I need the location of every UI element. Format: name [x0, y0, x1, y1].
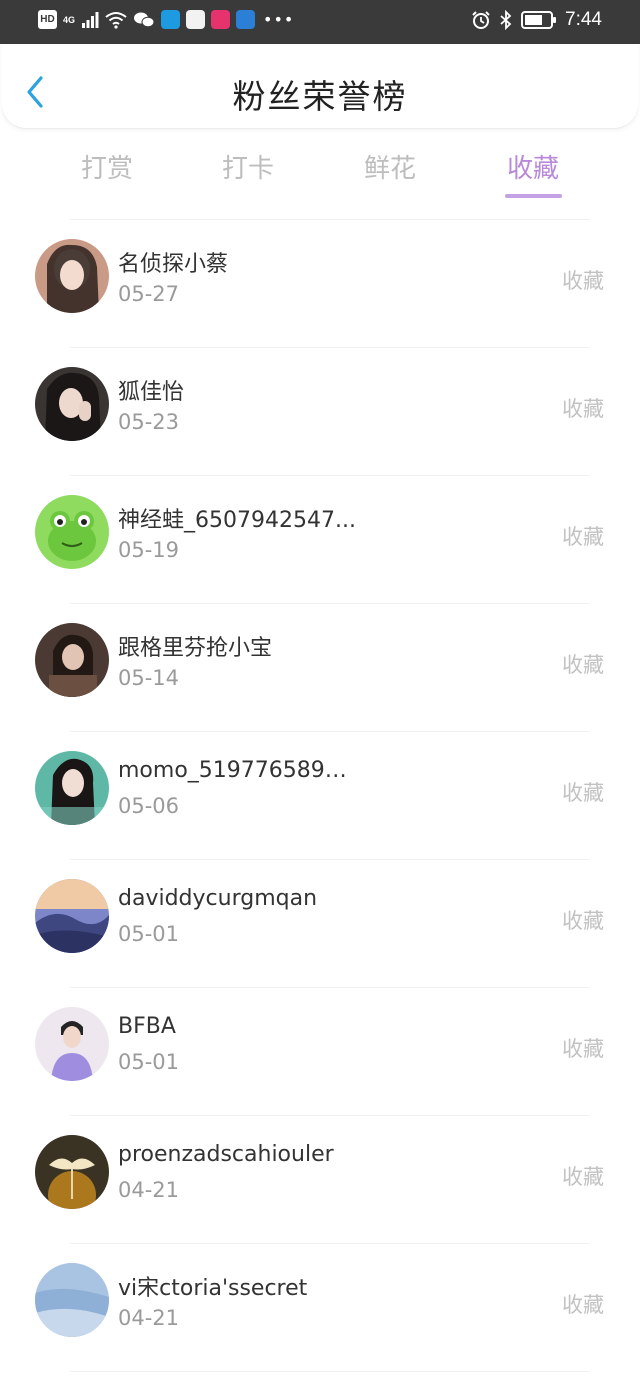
fan-date: 05-01	[118, 922, 180, 946]
status-bar-right: 7:44	[471, 9, 602, 31]
fan-date: 04-21	[118, 1178, 180, 1202]
favorite-label: 收藏	[562, 1165, 604, 1189]
fan-date: 05-23	[118, 410, 180, 434]
hd-badge: HD	[38, 10, 57, 29]
tab-bar: 打赏 打卡 鲜花 收藏	[35, 130, 605, 220]
favorite-label: 收藏	[562, 269, 604, 293]
status-bar: HD 4G ••• 7:44	[0, 0, 640, 44]
fan-name: BFBA	[118, 1014, 176, 1039]
avatar[interactable]	[35, 495, 109, 569]
fan-date: 05-06	[118, 794, 180, 818]
list-item[interactable]: 跟格里芬抢小宝 05-14 收藏	[0, 604, 640, 732]
fan-name: 跟格里芬抢小宝	[118, 636, 273, 661]
avatar[interactable]	[35, 239, 109, 313]
fan-date: 05-19	[118, 538, 180, 562]
fan-name: daviddycurgmqan	[118, 886, 318, 911]
list-item[interactable]: 名侦探小蔡 05-27 收藏	[0, 220, 640, 348]
list-item[interactable]: daviddycurgmqan 05-01 收藏	[0, 860, 640, 988]
favorite-label: 收藏	[562, 1293, 604, 1317]
list-item[interactable]: BFBA 05-01 收藏	[0, 988, 640, 1116]
favorite-label: 收藏	[562, 397, 604, 421]
store-app-icon	[186, 10, 206, 29]
fan-name: proenzadscahiouler	[118, 1142, 334, 1167]
clock-time: 7:44	[565, 9, 602, 30]
bluetooth-icon	[500, 10, 512, 30]
tab-checkin[interactable]: 打卡	[208, 148, 288, 185]
favorite-label: 收藏	[562, 781, 604, 805]
cloud-app-icon	[236, 10, 256, 29]
favorite-label: 收藏	[562, 1037, 604, 1061]
network-type: 4G	[63, 14, 76, 25]
tab-flowers[interactable]: 鲜花	[350, 148, 430, 185]
avatar[interactable]	[35, 623, 109, 697]
fan-list: 名侦探小蔡 05-27 收藏 狐佳怡 05-23 收藏 神经蛙_65079425…	[0, 220, 640, 1372]
tab-reward[interactable]: 打赏	[67, 148, 147, 185]
search-app-icon	[161, 10, 181, 29]
avatar[interactable]	[35, 1135, 109, 1209]
fan-name: vi宋ctoria'ssecret	[118, 1276, 308, 1301]
fan-date: 05-14	[118, 666, 180, 690]
page-title: 粉丝荣誉榜	[232, 77, 408, 116]
fan-name: 神经蛙_6507942547...	[118, 508, 356, 533]
tab-favorites[interactable]: 收藏	[493, 148, 573, 185]
list-item[interactable]: 神经蛙_6507942547... 05-19 收藏	[0, 476, 640, 604]
list-item[interactable]: 狐佳怡 05-23 收藏	[0, 348, 640, 476]
favorite-label: 收藏	[562, 909, 604, 933]
active-tab-indicator	[505, 194, 562, 198]
alarm-icon	[472, 11, 490, 29]
avatar[interactable]	[35, 879, 109, 953]
favorite-label: 收藏	[562, 525, 604, 549]
avatar[interactable]	[35, 751, 109, 825]
wifi-icon	[105, 11, 127, 29]
avatar[interactable]	[35, 367, 109, 441]
shopping-app-icon	[211, 10, 231, 29]
fan-name: 名侦探小蔡	[118, 252, 229, 277]
fan-date: 05-27	[118, 282, 180, 306]
battery-icon	[521, 11, 557, 29]
list-item[interactable]: proenzadscahiouler 04-21 收藏	[0, 1116, 640, 1244]
list-item[interactable]: vi宋ctoria'ssecret 04-21 收藏	[0, 1244, 640, 1372]
wechat-icon	[134, 12, 155, 27]
page-header: 粉丝荣誉榜	[2, 44, 638, 128]
avatar[interactable]	[35, 1263, 109, 1337]
fan-name: 狐佳怡	[118, 380, 185, 405]
list-item[interactable]: momo_5197765891... 05-06 收藏	[0, 732, 640, 860]
fan-date: 04-21	[118, 1306, 180, 1330]
fan-date: 05-01	[118, 1050, 180, 1074]
fan-name: momo_5197765891...	[118, 758, 358, 783]
more-notifications-icon: •••	[263, 10, 295, 29]
row-divider	[70, 1371, 590, 1372]
avatar[interactable]	[35, 1007, 109, 1081]
status-bar-left: HD 4G •••	[38, 10, 294, 29]
favorite-label: 收藏	[562, 653, 604, 677]
signal-icon	[82, 11, 99, 28]
